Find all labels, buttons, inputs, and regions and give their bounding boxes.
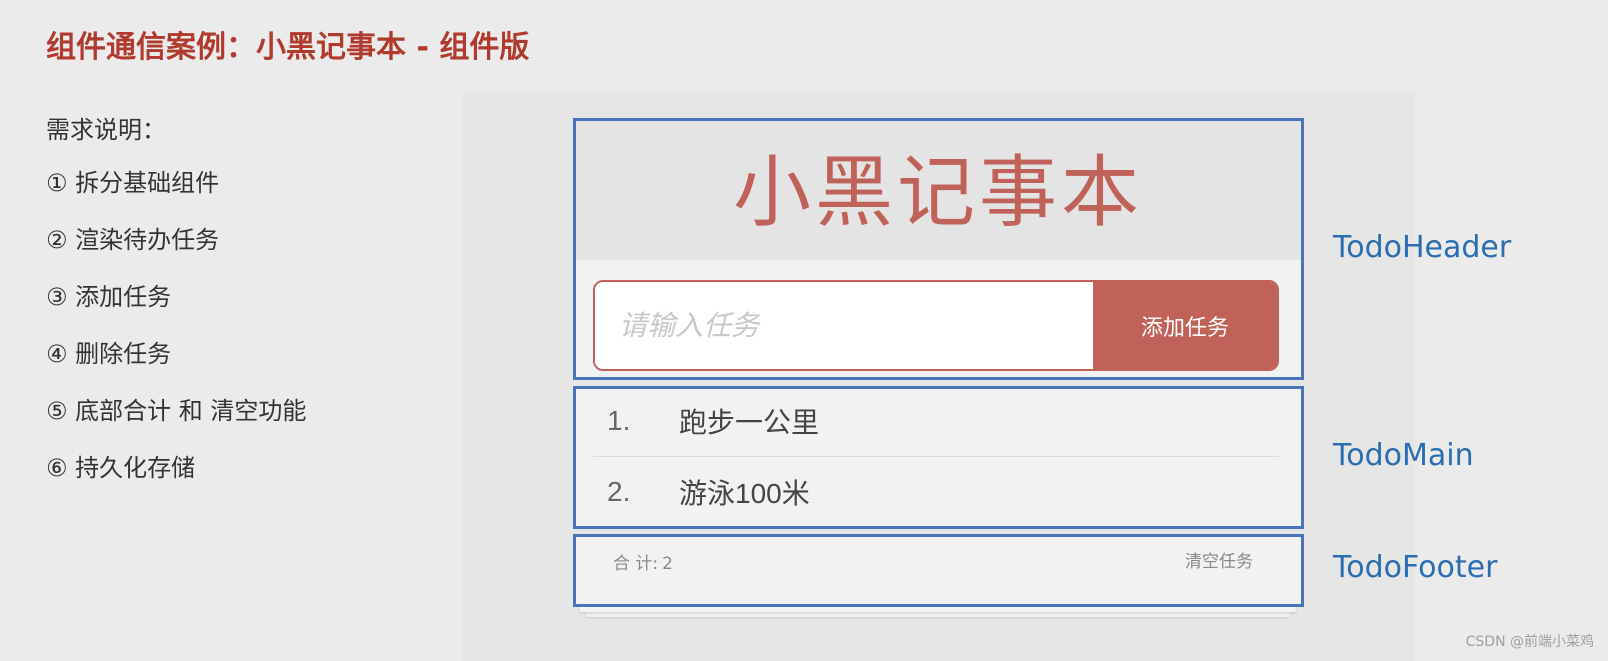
app-stack-shadow (586, 612, 1290, 617)
todo-footer-outline (573, 534, 1304, 607)
requirement-item: ⑤ 底部合计 和 清空功能 (46, 397, 307, 425)
slide-title: 组件通信案例：小黑记事本 - 组件版 (46, 30, 530, 65)
requirement-item: ① 拆分基础组件 (46, 169, 220, 197)
requirement-item: ⑥ 持久化存储 (46, 454, 196, 482)
requirements-heading: 需求说明： (46, 116, 166, 144)
todo-footer-label: TodoFooter (1333, 550, 1498, 585)
watermark: CSDN @前端小菜鸡 (1465, 634, 1594, 650)
todo-main-outline (573, 386, 1304, 529)
requirements-list: ① 拆分基础组件 ② 渲染待办任务 ③ 添加任务 ④ 删除任务 ⑤ 底部合计 和… (46, 166, 306, 508)
todo-header-label: TodoHeader (1333, 230, 1512, 265)
todo-header-outline (573, 118, 1304, 380)
todo-main-label: TodoMain (1333, 438, 1474, 473)
requirement-item: ③ 添加任务 (46, 283, 172, 311)
requirement-item: ④ 删除任务 (46, 340, 172, 368)
requirement-item: ② 渲染待办任务 (46, 226, 220, 254)
